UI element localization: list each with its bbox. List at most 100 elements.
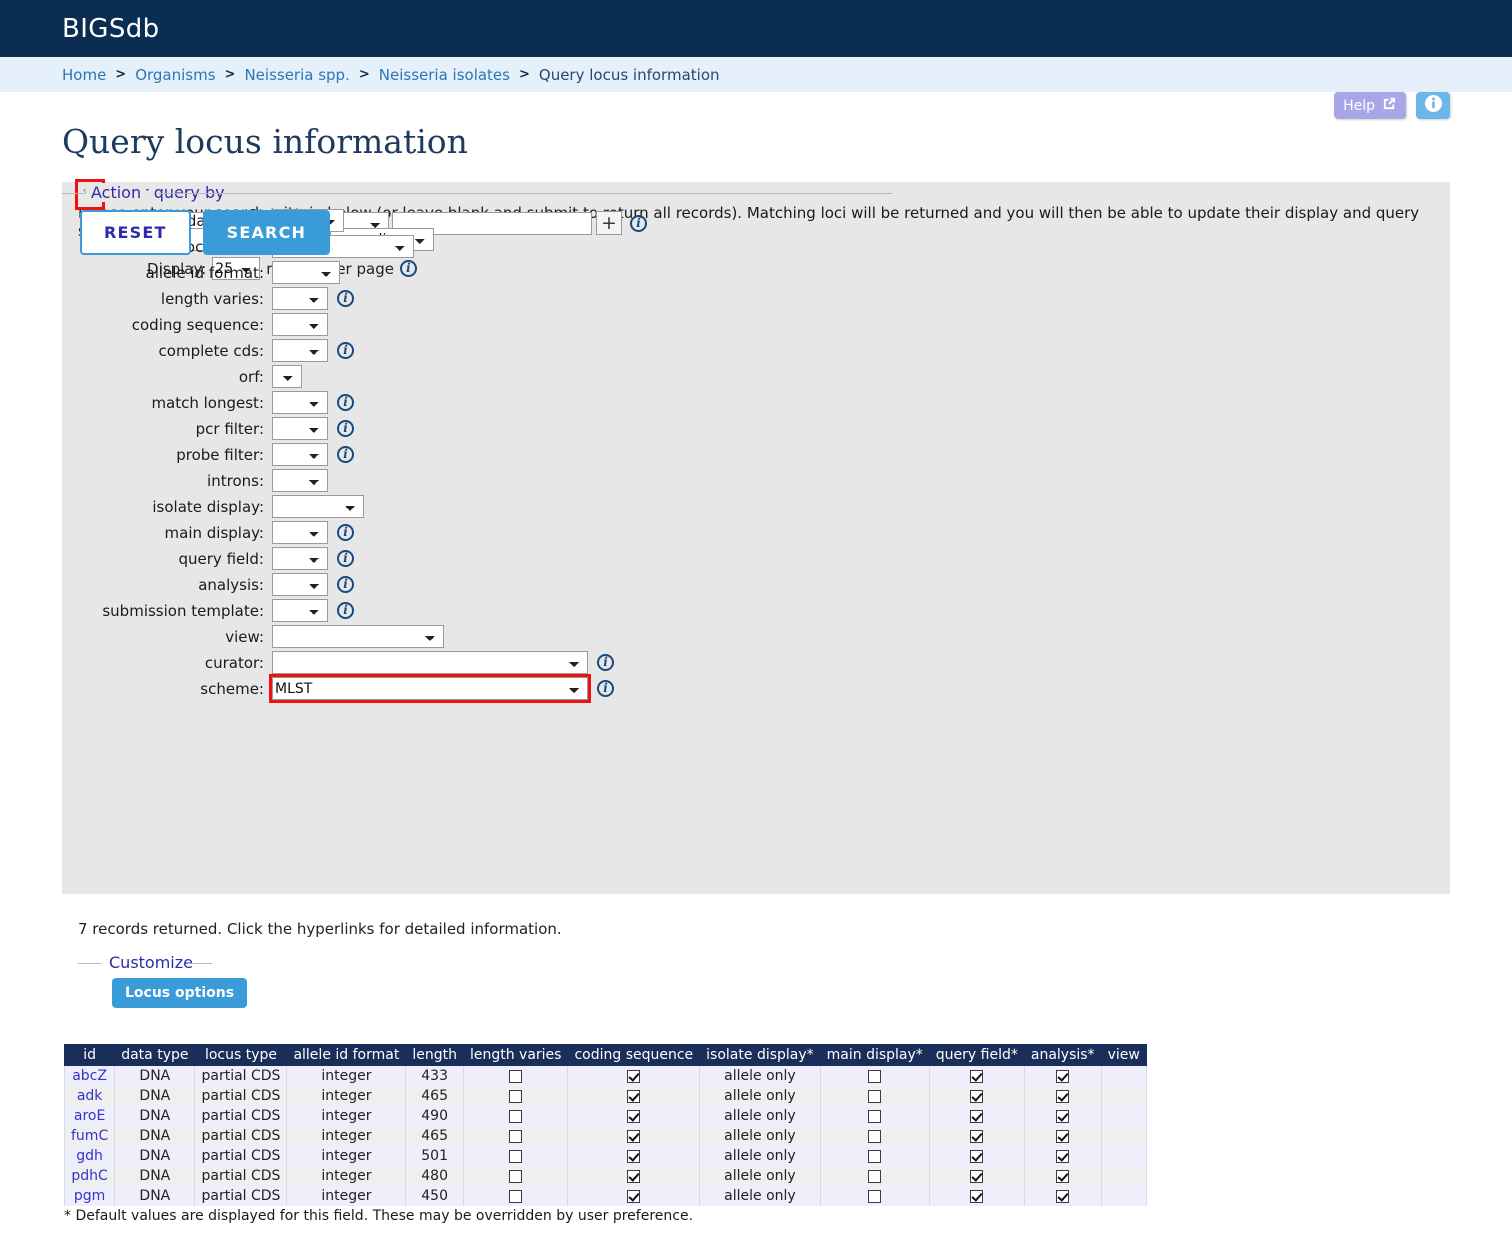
- reset-button[interactable]: RESET: [80, 210, 191, 255]
- filter-select-main-display[interactable]: [272, 521, 328, 544]
- table-header-isolate-display-: isolate display*: [699, 1044, 821, 1066]
- cell-locus-type: partial CDS: [194, 1126, 288, 1146]
- cell-main-display: [819, 1146, 930, 1166]
- cell-allele-id-format: integer: [286, 1126, 407, 1146]
- cell-main-display: [819, 1126, 930, 1146]
- cell-query-field: [928, 1065, 1025, 1086]
- filter-select-complete-cds[interactable]: [272, 339, 328, 362]
- checkbox-unchecked-icon: [509, 1169, 523, 1183]
- checkbox-unchecked-icon: [509, 1189, 523, 1203]
- filter-row-query-field: query field: i: [62, 546, 614, 571]
- breadcrumb-item-neisseria-spp[interactable]: Neisseria spp.: [244, 66, 349, 84]
- filter-row-isolate-display: isolate display:: [62, 494, 614, 519]
- filter-select-query-field[interactable]: [272, 547, 328, 570]
- filter-select-scheme[interactable]: MLST: [272, 677, 588, 700]
- cell-query-field: [928, 1186, 1025, 1206]
- filter-label: orf:: [238, 367, 264, 386]
- filter-row-probe-filter: probe filter: i: [62, 442, 614, 467]
- locus-link[interactable]: pgm: [74, 1188, 105, 1204]
- checkbox-checked-icon: [970, 1069, 984, 1083]
- info-icon[interactable]: i: [337, 524, 354, 541]
- cell-query-field: [928, 1126, 1025, 1146]
- filter-label: main display:: [164, 523, 264, 542]
- checkbox-checked-icon: [970, 1089, 984, 1103]
- table-header-id: id: [63, 1044, 116, 1066]
- cell-id[interactable]: fumC: [63, 1126, 116, 1146]
- filter-select-isolate-display[interactable]: [272, 495, 364, 518]
- table-header-locus-type: locus type: [194, 1044, 288, 1066]
- filter-select-view[interactable]: [272, 625, 444, 648]
- cell-view: [1100, 1126, 1147, 1146]
- search-criteria-info-icon[interactable]: i: [630, 214, 647, 232]
- help-toolbar: Help: [1334, 92, 1450, 119]
- locus-link[interactable]: fumC: [71, 1128, 108, 1144]
- cell-id[interactable]: gdh: [63, 1146, 116, 1166]
- filter-select-probe-filter[interactable]: [272, 443, 328, 466]
- filter-label: coding sequence:: [131, 315, 264, 334]
- app-header: BIGSdb: [0, 0, 1512, 57]
- help-button[interactable]: Help: [1334, 92, 1406, 119]
- filter-select-curator[interactable]: [272, 651, 588, 674]
- checkbox-checked-icon: [970, 1129, 984, 1143]
- cell-id[interactable]: aroE: [63, 1106, 116, 1126]
- breadcrumb-item-neisseria-isolates[interactable]: Neisseria isolates: [379, 66, 510, 84]
- filter-row-allele-id-format: allele id format:: [62, 260, 614, 285]
- filter-select-coding-sequence[interactable]: [272, 313, 328, 336]
- table-row: gdh DNA partial CDS integer 501 allele only: [63, 1146, 1147, 1166]
- info-icon[interactable]: i: [337, 602, 354, 619]
- info-icon[interactable]: i: [337, 550, 354, 567]
- cell-allele-id-format: integer: [286, 1086, 407, 1106]
- locus-link[interactable]: gdh: [76, 1148, 103, 1164]
- filter-select-match-longest[interactable]: [272, 391, 328, 414]
- checkbox-checked-icon: [1056, 1189, 1070, 1203]
- cell-allele-id-format: integer: [286, 1146, 407, 1166]
- results-table: id data type locus type allele id format len…: [63, 1044, 1147, 1206]
- breadcrumb: Home > Organisms > Neisseria spp. > Neis…: [0, 57, 1512, 92]
- filter-select-analysis[interactable]: [272, 573, 328, 596]
- filter-select-orf[interactable]: [272, 365, 302, 388]
- filter-row-introns: introns:: [62, 468, 614, 493]
- cell-view: [1100, 1086, 1147, 1106]
- filter-select-allele-id-format[interactable]: [272, 261, 340, 284]
- cell-analysis: [1023, 1146, 1102, 1166]
- cell-query-field: [928, 1166, 1025, 1186]
- checkbox-checked-icon: [970, 1189, 984, 1203]
- breadcrumb-item-home[interactable]: Home: [62, 66, 106, 84]
- locus-link[interactable]: abcZ: [72, 1068, 107, 1084]
- table-row: adk DNA partial CDS integer 465 allele only: [63, 1086, 1147, 1106]
- info-icon[interactable]: i: [337, 290, 354, 307]
- info-icon[interactable]: i: [337, 446, 354, 463]
- info-button[interactable]: [1416, 92, 1450, 119]
- filter-row-analysis: analysis: i: [62, 572, 614, 597]
- filter-select-submission-template[interactable]: [272, 599, 328, 622]
- checkbox-unchecked-icon: [868, 1069, 882, 1083]
- cell-id[interactable]: abcZ: [63, 1065, 116, 1086]
- info-icon[interactable]: i: [597, 654, 614, 671]
- cell-coding-sequence: [567, 1086, 701, 1106]
- info-icon: [1424, 94, 1443, 117]
- cell-analysis: [1023, 1065, 1102, 1086]
- filter-select-pcr-filter[interactable]: [272, 417, 328, 440]
- locus-link[interactable]: pdhC: [71, 1168, 107, 1184]
- cell-analysis: [1023, 1166, 1102, 1186]
- page-title: Query locus information: [62, 122, 468, 161]
- cell-data-type: DNA: [114, 1065, 196, 1086]
- cell-id[interactable]: adk: [63, 1086, 116, 1106]
- locus-options-button[interactable]: Locus options: [112, 978, 248, 1008]
- filter-select-introns[interactable]: [272, 469, 328, 492]
- info-icon[interactable]: i: [337, 420, 354, 437]
- locus-link[interactable]: aroE: [74, 1108, 105, 1124]
- info-icon[interactable]: i: [597, 680, 614, 697]
- action-legend: Action: [86, 183, 147, 202]
- cell-id[interactable]: pgm: [63, 1186, 116, 1206]
- breadcrumb-item-organisms[interactable]: Organisms: [135, 66, 215, 84]
- info-icon[interactable]: i: [337, 394, 354, 411]
- filter-select-length-varies[interactable]: [272, 287, 328, 310]
- cell-id[interactable]: pdhC: [63, 1166, 116, 1186]
- locus-link[interactable]: adk: [77, 1088, 103, 1104]
- cell-view: [1100, 1186, 1147, 1206]
- checkbox-unchecked-icon: [868, 1189, 882, 1203]
- search-button[interactable]: SEARCH: [202, 210, 331, 255]
- info-icon[interactable]: i: [337, 576, 354, 593]
- info-icon[interactable]: i: [337, 342, 354, 359]
